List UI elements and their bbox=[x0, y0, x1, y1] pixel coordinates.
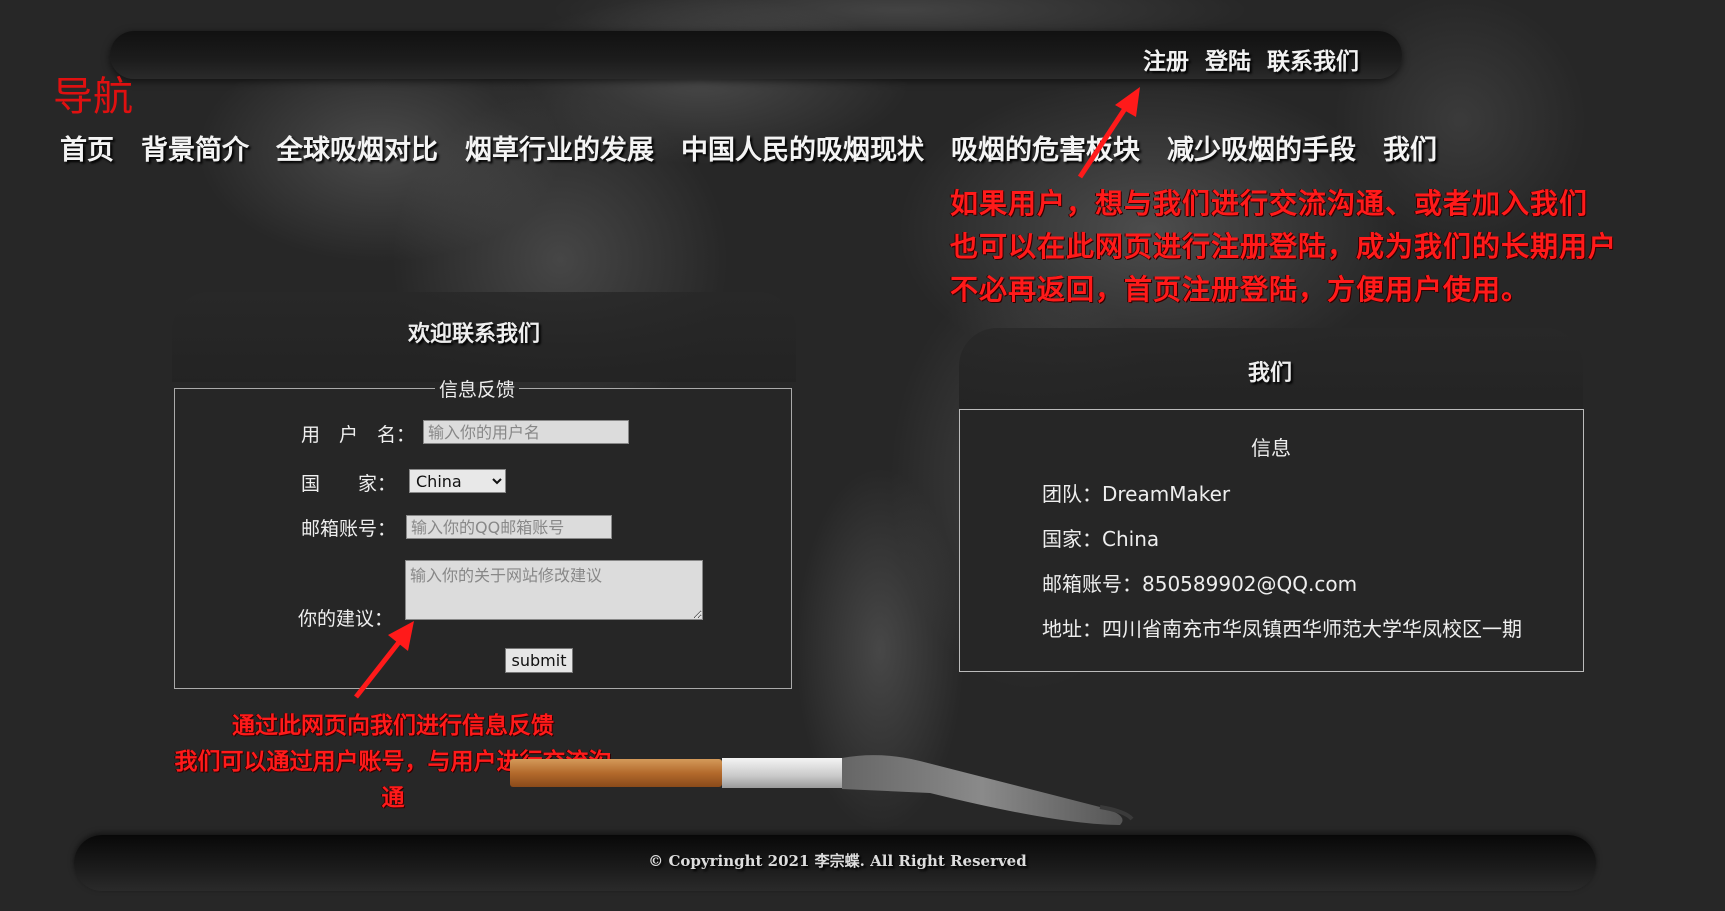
contact-panel-title: 欢迎联系我们 bbox=[408, 321, 541, 347]
annotation-top-line: 不必再返回，首页注册登陆，方便用户使用。 bbox=[950, 273, 1531, 306]
country-label: 国 家： bbox=[301, 473, 397, 495]
email-label: 邮箱账号： bbox=[301, 518, 397, 540]
submit-button[interactable]: submit bbox=[505, 648, 573, 673]
username-label: 用 户 名： bbox=[301, 424, 416, 446]
username-input[interactable] bbox=[423, 420, 629, 444]
email-input[interactable] bbox=[406, 515, 612, 539]
nav-item-us[interactable]: 我们 bbox=[1383, 128, 1437, 167]
main-nav: 首页 背景简介 全球吸烟对比 烟草行业的发展 中国人民的吸烟现状 吸烟的危害板块… bbox=[60, 128, 1437, 167]
about-panel-title: 我们 bbox=[1248, 360, 1293, 386]
country-select[interactable]: China bbox=[409, 469, 506, 493]
nav-title: 导航 bbox=[53, 74, 133, 120]
top-links: 注册 登陆 联系我们 bbox=[1143, 42, 1359, 76]
register-link[interactable]: 注册 bbox=[1143, 42, 1189, 76]
annotation-top: 如果用户，想与我们进行交流沟通、或者加入我们 也可以在此网页进行注册登陆，成为我… bbox=[950, 182, 1617, 311]
annotation-bottom-line: 我们可以通过用户账号，与用户进行交流沟通 bbox=[174, 749, 612, 811]
contact-us-link[interactable]: 联系我们 bbox=[1267, 42, 1359, 76]
info-address: 地址：四川省南充市华凤镇西华师范大学华凤校区一期 bbox=[1042, 617, 1522, 641]
feedback-legend: 信息反馈 bbox=[439, 379, 516, 401]
nav-item-harm[interactable]: 吸烟的危害板块 bbox=[951, 128, 1140, 167]
nav-item-reduce[interactable]: 减少吸烟的手段 bbox=[1167, 128, 1356, 167]
info-heading: 信息 bbox=[1251, 436, 1291, 460]
info-email: 邮箱账号：850589902@QQ.com bbox=[1042, 572, 1358, 596]
annotation-bottom-line: 通过此网页向我们进行信息反馈 bbox=[232, 713, 554, 739]
nav-item-background[interactable]: 背景简介 bbox=[141, 128, 249, 167]
nav-item-industry[interactable]: 烟草行业的发展 bbox=[465, 128, 654, 167]
nav-item-china-status[interactable]: 中国人民的吸烟现状 bbox=[681, 128, 924, 167]
footer-copyright: © Copyringht 2021 李宗蝶. All Right Reserve… bbox=[648, 852, 1027, 870]
nav-item-global-comparison[interactable]: 全球吸烟对比 bbox=[276, 128, 438, 167]
suggestion-label: 你的建议： bbox=[298, 608, 394, 630]
nav-item-home[interactable]: 首页 bbox=[60, 128, 114, 167]
info-country: 国家：China bbox=[1042, 527, 1160, 551]
annotation-top-line: 也可以在此网页进行注册登陆，成为我们的长期用户 bbox=[950, 230, 1618, 263]
info-team: 团队：DreamMaker bbox=[1042, 482, 1231, 506]
annotation-bottom: 通过此网页向我们进行信息反馈 我们可以通过用户账号，与用户进行交流沟通 bbox=[168, 708, 618, 816]
suggestion-textarea[interactable] bbox=[405, 560, 703, 620]
annotation-top-line: 如果用户，想与我们进行交流沟通、或者加入我们 bbox=[950, 187, 1589, 220]
login-link[interactable]: 登陆 bbox=[1205, 42, 1251, 76]
